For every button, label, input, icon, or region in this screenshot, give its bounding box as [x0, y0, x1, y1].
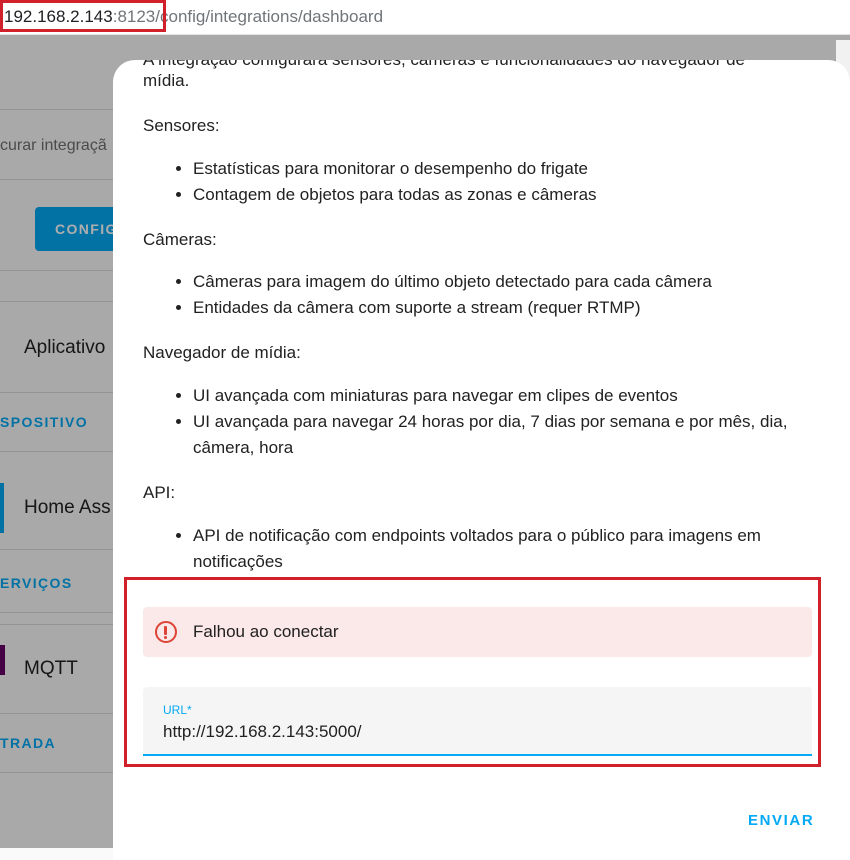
media-browser-heading: Navegador de mídia:	[143, 343, 301, 362]
intro-text-clipped: A integração configurará sensores, câmer…	[143, 60, 745, 70]
url-path: /config/integrations/dashboard	[155, 7, 384, 26]
media-browser-list: UI avançada com miniaturas para navegar …	[143, 383, 823, 461]
submit-button[interactable]: ENVIAR	[740, 806, 822, 835]
intro-text-tail: mídia.	[143, 71, 190, 90]
api-list: API de notificação com endpoints voltado…	[143, 523, 823, 575]
url-text[interactable]: 192.168.2.143:8123/config/integrations/d…	[0, 0, 383, 34]
alert-circle-icon	[155, 621, 177, 643]
list-item: UI avançada para navegar 24 horas por di…	[193, 409, 823, 461]
config-flow-dialog: A integração configurará sensores, câmer…	[113, 60, 850, 860]
list-item: API de notificação com endpoints voltado…	[193, 523, 823, 575]
sensors-heading: Sensores:	[143, 116, 220, 135]
url-field-label: URL*	[163, 703, 192, 717]
url-port: :8123	[112, 7, 156, 26]
list-item: Estatísticas para monitorar o desempenho…	[193, 156, 823, 182]
list-item: Câmeras para imagem do último objeto det…	[193, 269, 823, 295]
url-host: 192.168.2.143	[4, 7, 113, 26]
cameras-heading: Câmeras:	[143, 230, 217, 249]
sensors-list: Estatísticas para monitorar o desempenho…	[143, 156, 823, 208]
url-input[interactable]	[163, 719, 783, 745]
url-field[interactable]: URL*	[143, 687, 812, 756]
list-item: UI avançada com miniaturas para navegar …	[193, 383, 823, 409]
api-heading: API:	[143, 483, 176, 502]
cameras-list: Câmeras para imagem do último objeto det…	[143, 269, 823, 321]
list-item: Contagem de objetos para todas as zonas …	[193, 182, 823, 208]
address-bar[interactable]: 192.168.2.143:8123/config/integrations/d…	[0, 0, 850, 35]
error-alert: Falhou ao conectar	[143, 607, 812, 657]
error-message: Falhou ao conectar	[193, 622, 339, 641]
list-item: Entidades da câmera com suporte a stream…	[193, 295, 823, 321]
